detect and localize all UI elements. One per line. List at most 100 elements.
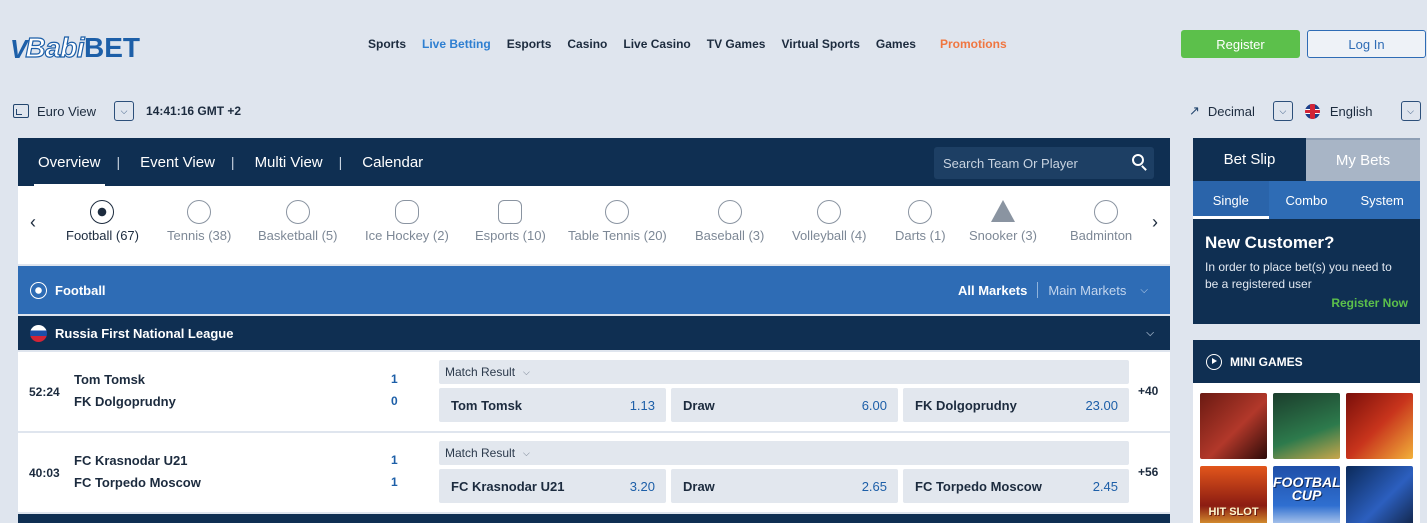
home-score: 1 (391, 372, 398, 386)
sport-esports[interactable]: Esports (10) (475, 200, 546, 243)
odds-format-dropdown[interactable]: ⌵ (1272, 101, 1293, 121)
tab-single[interactable]: Single (1193, 181, 1269, 219)
sport-ice-hockey[interactable]: Ice Hockey (2) (365, 200, 449, 243)
bet-type-tabs: Single Combo System (1193, 181, 1420, 219)
sports-carousel: ‹ Football (67) Tennis (38) Basketball (… (18, 186, 1170, 264)
odds-label: Tom Tomsk (451, 397, 523, 413)
logo-babi: Babi (25, 32, 85, 63)
chevron-right-icon[interactable]: › (1152, 212, 1158, 233)
football-icon (30, 281, 47, 299)
odds-label: Draw (683, 478, 715, 494)
away-team[interactable]: FK Dolgoprudny (74, 394, 176, 409)
market-selector[interactable]: Match Result ⌵ (439, 360, 1129, 384)
snooker-icon (990, 200, 1015, 222)
chevron-down-icon[interactable]: ⌵ (1140, 285, 1148, 296)
view-mode-dropdown[interactable]: ⌵ (114, 101, 135, 121)
game-thumbnail[interactable]: FOOTBALL CUP (1273, 466, 1340, 523)
odds-button-home[interactable]: Tom Tomsk 1.13 (439, 388, 666, 422)
search-placeholder: Search Team Or Player (943, 155, 1078, 171)
sport-table-tennis[interactable]: Table Tennis (20) (568, 200, 667, 243)
badminton-icon (1094, 200, 1118, 224)
sport-badminton[interactable]: Badminton ( (1070, 200, 1136, 243)
nav-live-betting[interactable]: Live Betting (422, 37, 491, 51)
odds-button-draw[interactable]: Draw 2.65 (671, 469, 898, 503)
home-team[interactable]: FC Krasnodar U21 (74, 453, 187, 468)
gamepad-icon (498, 200, 523, 224)
game-thumbnail[interactable] (1346, 393, 1413, 459)
nav-promotions[interactable]: Promotions (940, 37, 1007, 51)
odds-format-label: Decimal (1207, 103, 1255, 119)
game-thumbnail[interactable] (1200, 393, 1267, 459)
game-thumbnail[interactable] (1346, 466, 1413, 523)
league-header[interactable]: Russia First National League ⌵ (18, 316, 1170, 350)
home-team[interactable]: Tom Tomsk (74, 372, 145, 387)
tab-my-bets[interactable]: My Bets (1306, 138, 1420, 181)
sport-football[interactable]: Football (67) (66, 200, 139, 243)
nav-live-casino[interactable]: Live Casino (623, 37, 690, 51)
nav-virtual-sports[interactable]: Virtual Sports (781, 37, 859, 51)
odds-value: 23.00 (1085, 397, 1118, 413)
market-selector[interactable]: Match Result ⌵ (439, 441, 1129, 465)
search-input[interactable]: Search Team Or Player (934, 147, 1154, 179)
main-panel: Overview | Event View | Multi View | Cal… (18, 138, 1170, 523)
main-markets-tab[interactable]: Main Markets (1048, 283, 1126, 298)
tab-bet-slip[interactable]: Bet Slip (1193, 138, 1306, 181)
tab-separator: | (338, 154, 343, 170)
chevron-down-icon[interactable]: ⌵ (1146, 328, 1154, 339)
odds-button-away[interactable]: FC Torpedo Moscow 2.45 (903, 469, 1129, 503)
tab-combo[interactable]: Combo (1269, 181, 1345, 219)
nav-tv-games[interactable]: TV Games (707, 37, 766, 51)
sport-basketball[interactable]: Basketball (5) (258, 200, 337, 243)
tab-overview[interactable]: Overview (34, 154, 117, 187)
baseball-icon (717, 200, 742, 224)
search-icon[interactable] (1132, 154, 1144, 166)
odds-button-away[interactable]: FK Dolgoprudny 23.00 (903, 388, 1129, 422)
home-score: 1 (391, 453, 398, 467)
sport-darts[interactable]: Darts (1) (895, 200, 946, 243)
chevron-down-icon: ⌵ (523, 366, 530, 377)
market-label: Match Result (445, 365, 516, 379)
more-markets-link[interactable]: +40 (1138, 384, 1158, 398)
register-button[interactable]: Register (1181, 30, 1300, 58)
nav-esports[interactable]: Esports (507, 37, 552, 51)
chevron-left-icon[interactable]: ‹ (30, 212, 36, 233)
tab-calendar[interactable]: Calendar (362, 154, 439, 171)
sport-label: Tennis (38) (167, 228, 232, 243)
sport-label: Snooker (3) (969, 228, 1037, 243)
nav-sports[interactable]: Sports (368, 37, 406, 51)
login-button[interactable]: Log In (1307, 30, 1426, 58)
mini-games-title: MINI GAMES (1230, 354, 1303, 369)
odds-label: FK Dolgoprudny (915, 397, 1017, 413)
all-markets-tab[interactable]: All Markets (958, 283, 1027, 298)
tab-multi-view[interactable]: Multi View (255, 154, 339, 171)
more-markets-link[interactable]: +56 (1138, 465, 1158, 479)
match-time: 52:24 (29, 385, 60, 399)
market-label: Match Result (445, 446, 516, 460)
tab-event-view[interactable]: Event View (140, 154, 231, 171)
away-score: 1 (391, 475, 398, 489)
chevron-down-icon: ⌵ (120, 105, 128, 116)
sport-tennis[interactable]: Tennis (38) (167, 200, 231, 243)
game-thumbnail[interactable]: HIT SLOT (1200, 466, 1267, 523)
sport-snooker[interactable]: Snooker (3) (969, 200, 1037, 243)
odds-label: Draw (683, 397, 715, 413)
nav-casino[interactable]: Casino (567, 37, 607, 51)
tennis-icon (187, 200, 212, 224)
away-team[interactable]: FC Torpedo Moscow (74, 475, 201, 490)
sport-label: Badminton ( (1070, 228, 1136, 243)
game-thumbnail[interactable] (1273, 393, 1340, 459)
sport-baseball[interactable]: Baseball (3) (695, 200, 764, 243)
language-dropdown[interactable]: ⌵ (1400, 101, 1421, 121)
game-title: HIT SLOT (1208, 506, 1259, 518)
odds-button-home[interactable]: FC Krasnodar U21 3.20 (439, 469, 666, 503)
section-title: Football (55, 282, 106, 298)
brand-logo[interactable]: V Babi BET (10, 26, 140, 62)
tab-system[interactable]: System (1344, 181, 1420, 219)
game-title: CUP (1291, 487, 1322, 503)
odds-button-draw[interactable]: Draw 6.00 (671, 388, 898, 422)
nav-games[interactable]: Games (876, 37, 916, 51)
sport-volleyball[interactable]: Volleyball (4) (792, 200, 866, 243)
odds-value: 2.65 (861, 478, 887, 494)
register-now-link[interactable]: Register Now (1331, 296, 1408, 310)
top-navigation: Sports Live Betting Esports Casino Live … (368, 37, 1007, 51)
